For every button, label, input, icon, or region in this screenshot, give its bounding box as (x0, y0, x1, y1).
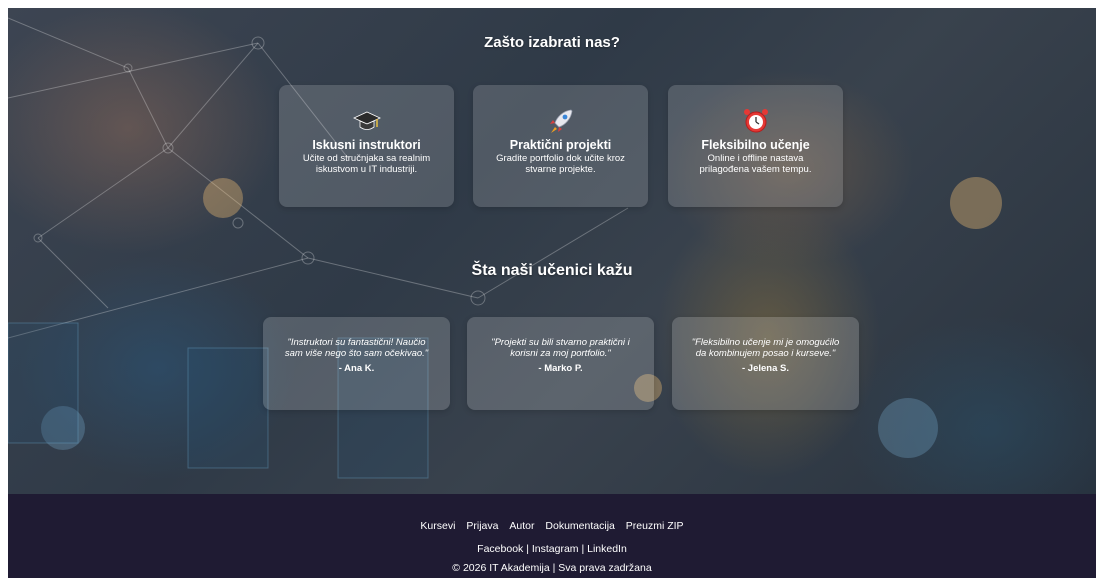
why-section-title: Zašto izabrati nas? (484, 34, 620, 51)
testimonial-quote: "Projekti su bili stvarno praktični i ko… (491, 337, 630, 359)
footer-link-autor[interactable]: Autor (509, 520, 534, 532)
tech-network-background-image (8, 17, 1002, 479)
hero-background: Zašto izabrati nas? Iskusni instruktori … (8, 8, 1096, 494)
rocket-icon (549, 109, 572, 133)
feature-card-instructors: Iskusni instruktori Učite od stručnjaka … (279, 85, 454, 207)
footer-link-linkedin[interactable]: LinkedIn (587, 543, 627, 555)
footer-link-instagram[interactable]: Instagram (532, 543, 579, 555)
footer-link-facebook[interactable]: Facebook (477, 543, 523, 555)
testimonial-card-ana: "Instruktori su fantastični! Naučio sam … (263, 317, 450, 410)
social-separator: | (578, 543, 588, 555)
testimonials-section-title: Šta naši učenici kažu (471, 262, 633, 279)
footer-social-links: Facebook | Instagram | LinkedIn (8, 543, 1096, 555)
footer-nav: Kursevi Prijava Autor Dokumentacija Preu… (8, 520, 1096, 532)
feature-description: Online i offline nastava prilagođena vaš… (699, 153, 812, 175)
footer-link-kursevi[interactable]: Kursevi (420, 520, 455, 532)
testimonial-card-marko: "Projekti su bili stvarno praktični i ko… (467, 317, 654, 410)
feature-card-projects: Praktični projekti Gradite portfolio dok… (473, 85, 648, 207)
footer-link-prijava[interactable]: Prijava (466, 520, 498, 532)
testimonial-quote: "Fleksibilno učenje mi je omogućilo da k… (691, 337, 840, 359)
feature-title: Praktični projekti (509, 138, 612, 152)
footer-copyright: © 2026 IT Akademija | Sva prava zadržana (452, 562, 652, 574)
social-separator: | (523, 543, 532, 555)
testimonial-author: - Marko P. (538, 363, 583, 374)
testimonial-author: - Ana K. (338, 363, 375, 374)
testimonial-author: - Jelena S. (742, 363, 789, 374)
feature-title: Fleksibilno učenje (701, 138, 810, 152)
alarm-clock-icon (743, 109, 768, 133)
footer-link-dokumentacija[interactable]: Dokumentacija (545, 520, 614, 532)
testimonial-card-jelena: "Fleksibilno učenje mi je omogućilo da k… (672, 317, 859, 410)
testimonial-quote: "Instruktori su fantastični! Naučio sam … (284, 337, 429, 359)
feature-title: Iskusni instruktori (312, 138, 421, 152)
feature-card-flexible: Fleksibilno učenje Online i offline nast… (668, 85, 843, 207)
footer-link-preuzmi-zip[interactable]: Preuzmi ZIP (626, 520, 684, 532)
feature-description: Učite od stručnjaka sa realnim iskustvom… (302, 153, 431, 175)
site-footer: Kursevi Prijava Autor Dokumentacija Preu… (8, 494, 1096, 578)
feature-description: Gradite portfolio dok učite kroz stvarne… (496, 153, 625, 175)
graduation-cap-icon (352, 111, 381, 130)
